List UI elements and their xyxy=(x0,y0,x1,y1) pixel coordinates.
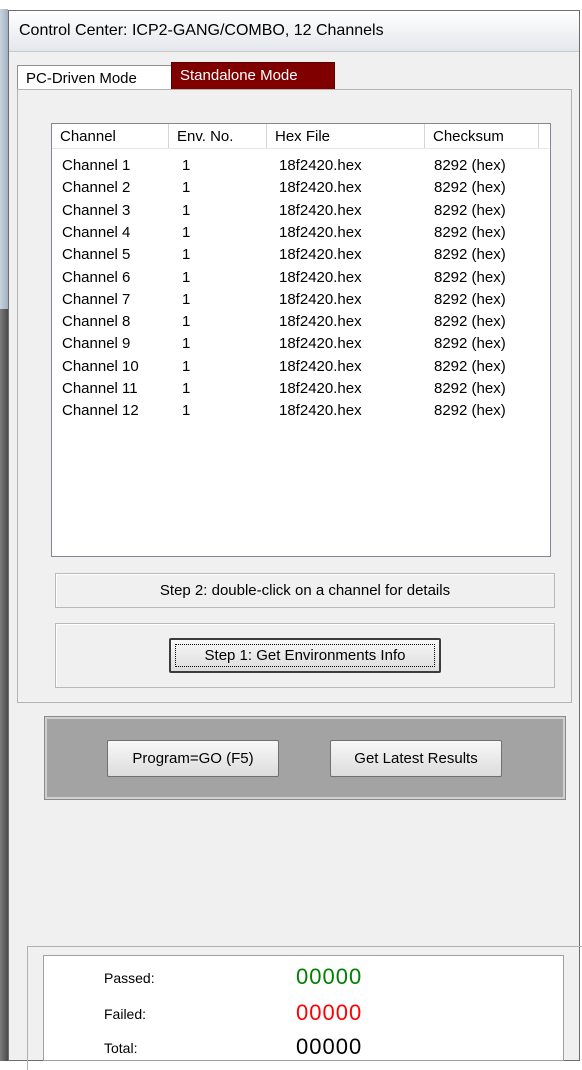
env-no-cell: 1 xyxy=(182,246,191,264)
table-row[interactable]: Channel 4 1 18f2420.hex 8292 (hex) xyxy=(52,223,549,245)
channel-cell: Channel 3 xyxy=(62,201,131,219)
channel-cell: Channel 7 xyxy=(62,290,131,308)
hex-file-cell: 18f2420.hex xyxy=(279,268,362,286)
column-header-checksum[interactable]: Checksum xyxy=(425,124,539,148)
title-bar: Control Center: ICP2-GANG/COMBO, 12 Chan… xyxy=(9,11,579,52)
env-no-cell: 1 xyxy=(182,268,191,286)
table-row[interactable]: Channel 7 1 18f2420.hex 8292 (hex) xyxy=(52,290,549,312)
total-count: 00000 xyxy=(296,1034,363,1059)
channel-cell: Channel 11 xyxy=(62,380,138,397)
get-environments-info-button[interactable]: Step 1: Get Environments Info xyxy=(169,638,441,673)
checksum-cell: 8292 (hex) xyxy=(434,290,506,308)
channel-cell: Channel 8 xyxy=(62,313,131,331)
table-row[interactable]: Channel 5 1 18f2420.hex 8292 (hex) xyxy=(52,245,549,267)
env-no-cell: 1 xyxy=(182,290,191,308)
env-no-cell: 1 xyxy=(182,179,191,197)
channel-cell: Channel 6 xyxy=(62,268,131,286)
env-no-cell: 1 xyxy=(182,402,191,420)
checksum-cell: 8292 (hex) xyxy=(434,357,506,375)
env-no-cell: 1 xyxy=(182,357,191,375)
checksum-cell: 8292 (hex) xyxy=(434,268,506,286)
window-title: Control Center: ICP2-GANG/COMBO, 12 Chan… xyxy=(19,22,384,39)
channel-cell: Channel 9 xyxy=(62,335,131,353)
env-no-cell: 1 xyxy=(182,157,191,174)
program-go-button[interactable]: Program=GO (F5) xyxy=(107,740,279,777)
env-no-cell: 1 xyxy=(182,380,191,397)
get-latest-results-label: Get Latest Results xyxy=(354,750,478,767)
hex-file-cell: 18f2420.hex xyxy=(279,290,362,308)
checksum-cell: 8292 (hex) xyxy=(434,157,506,174)
passed-count: 00000 xyxy=(296,964,363,989)
control-center-window: Control Center: ICP2-GANG/COMBO, 12 Chan… xyxy=(8,10,582,1070)
channel-list-header: Channel Env. No. Hex File Checksum xyxy=(52,124,549,149)
checksum-cell: 8292 (hex) xyxy=(434,313,506,331)
column-header-env-no[interactable]: Env. No. xyxy=(169,124,267,148)
env-no-cell: 1 xyxy=(182,335,191,353)
step2-hint: Step 2: double-click on a channel for de… xyxy=(159,582,451,599)
table-row[interactable]: Channel 9 1 18f2420.hex 8292 (hex) xyxy=(52,334,549,356)
checksum-cell: 8292 (hex) xyxy=(434,380,506,397)
channel-cell: Channel 4 xyxy=(62,223,131,241)
failed-count: 00000 xyxy=(296,1000,363,1025)
table-row[interactable]: Channel 11 1 18f2420.hex 8292 (hex) xyxy=(52,379,549,401)
column-header-channel[interactable]: Channel xyxy=(52,124,169,148)
get-environments-info-label: Step 1: Get Environments Info xyxy=(204,647,406,664)
checksum-cell: 8292 (hex) xyxy=(434,402,506,420)
hex-file-cell: 18f2420.hex xyxy=(279,357,362,375)
step2-hint-box: Step 2: double-click on a channel for de… xyxy=(55,573,555,608)
tab-standalone-mode[interactable]: Standalone Mode xyxy=(171,62,335,90)
checksum-cell: 8292 (hex) xyxy=(434,223,506,241)
column-header-hex-file[interactable]: Hex File xyxy=(267,124,425,148)
channel-cell: Channel 5 xyxy=(62,246,131,264)
channel-list[interactable]: Channel Env. No. Hex File Checksum Chann… xyxy=(51,123,551,557)
table-row[interactable]: Channel 2 1 18f2420.hex 8292 (hex) xyxy=(52,178,549,200)
failed-label: Failed: xyxy=(104,1006,147,1022)
hex-file-cell: 18f2420.hex xyxy=(279,179,362,197)
env-no-cell: 1 xyxy=(182,223,191,241)
checksum-cell: 8292 (hex) xyxy=(434,246,506,264)
tab-pc-driven-label: PC-Driven Mode xyxy=(26,70,137,87)
table-row[interactable]: Channel 10 1 18f2420.hex 8292 (hex) xyxy=(52,357,549,379)
table-row[interactable]: Channel 8 1 18f2420.hex 8292 (hex) xyxy=(52,312,549,334)
env-no-cell: 1 xyxy=(182,313,191,331)
channel-cell: Channel 1 xyxy=(62,157,131,174)
checksum-cell: 8292 (hex) xyxy=(434,335,506,353)
window-left-frame xyxy=(0,9,8,1061)
get-latest-results-button[interactable]: Get Latest Results xyxy=(330,740,502,777)
total-label: Total: xyxy=(104,1040,138,1056)
hex-file-cell: 18f2420.hex xyxy=(279,201,362,219)
program-go-label: Program=GO (F5) xyxy=(132,750,254,767)
checksum-cell: 8292 (hex) xyxy=(434,201,506,219)
hex-file-cell: 18f2420.hex xyxy=(279,402,362,420)
hex-file-cell: 18f2420.hex xyxy=(279,157,362,174)
tab-standalone-label: Standalone Mode xyxy=(180,67,298,84)
stats-panel: Passed: 00000 Failed: 00000 Total: 00000 xyxy=(43,955,564,1061)
channel-cell: Channel 10 xyxy=(62,357,139,375)
hex-file-cell: 18f2420.hex xyxy=(279,313,362,331)
hex-file-cell: 18f2420.hex xyxy=(279,223,362,241)
env-no-cell: 1 xyxy=(182,201,191,219)
channel-cell: Channel 12 xyxy=(62,402,139,420)
checksum-cell: 8292 (hex) xyxy=(434,179,506,197)
hex-file-cell: 18f2420.hex xyxy=(279,380,362,397)
table-row[interactable]: Channel 3 1 18f2420.hex 8292 (hex) xyxy=(52,201,549,223)
passed-label: Passed: xyxy=(104,970,155,986)
channel-cell: Channel 2 xyxy=(62,179,131,197)
table-row[interactable]: Channel 12 1 18f2420.hex 8292 (hex) xyxy=(52,401,549,423)
table-row[interactable]: Channel 1 1 18f2420.hex 8292 (hex) xyxy=(52,156,549,178)
table-row[interactable]: Channel 6 1 18f2420.hex 8292 (hex) xyxy=(52,268,549,290)
tab-pc-driven-mode[interactable]: PC-Driven Mode xyxy=(17,65,173,89)
hex-file-cell: 18f2420.hex xyxy=(279,246,362,264)
hex-file-cell: 18f2420.hex xyxy=(279,335,362,353)
